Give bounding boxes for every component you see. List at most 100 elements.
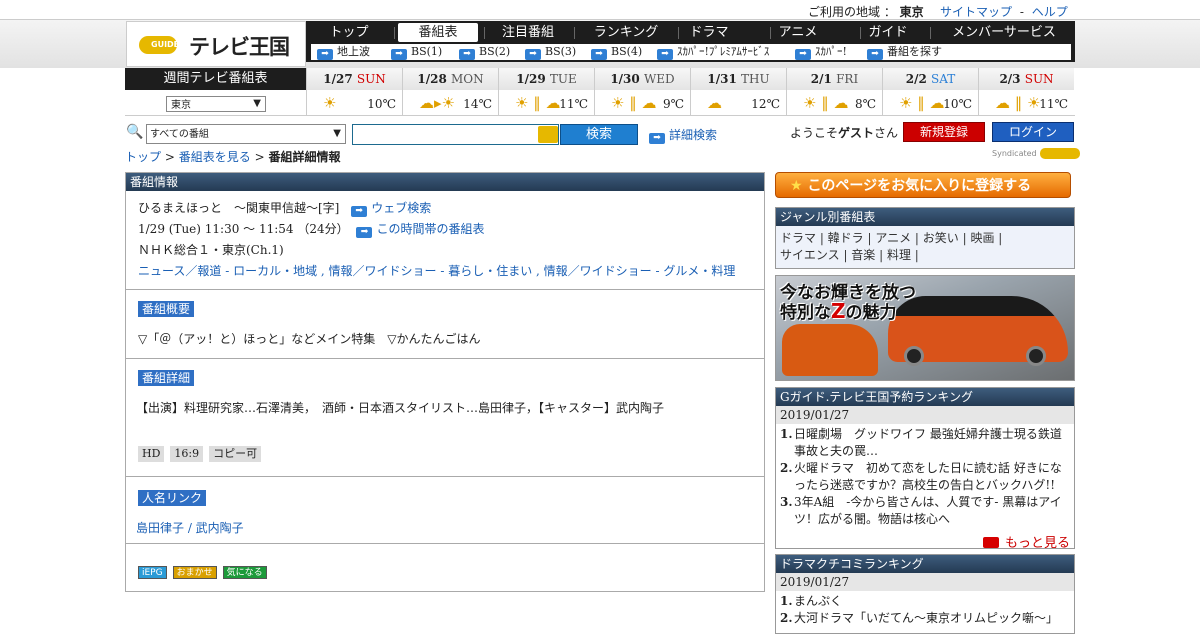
day-cell[interactable]: 1/31 THU ☁ 12℃ bbox=[690, 68, 786, 116]
ranking-header: Gガイド.テレビ王国予約ランキング bbox=[776, 388, 1074, 406]
tab-featured[interactable]: 注目番組 bbox=[488, 23, 568, 42]
day-cell[interactable]: 2/2 SAT ☀ ∥ ☁ 10℃ bbox=[882, 68, 978, 116]
register-button[interactable]: 新規登録 bbox=[903, 122, 985, 142]
tab-top[interactable]: トップ bbox=[306, 23, 392, 42]
search-button[interactable]: 検索 bbox=[560, 124, 638, 145]
sub-bs4[interactable]: ➡ BS(4) bbox=[591, 45, 642, 60]
drama-title: 大河ドラマ「いだてん～東京オリムピック噺～」 bbox=[794, 611, 1059, 625]
tab-member-service[interactable]: メンバーサービス bbox=[934, 23, 1074, 42]
day-header[interactable]: 1/30 WED bbox=[595, 68, 690, 90]
tab-drama[interactable]: ドラマ bbox=[682, 23, 736, 42]
day-header[interactable]: 1/27 SUN bbox=[307, 68, 402, 90]
summary-label: 番組概要 bbox=[138, 301, 195, 317]
list-item[interactable]: 1. 日曜劇場 グッドワイフ 最強妊婦弁護士現る鉄道事故と夫の罠… bbox=[780, 426, 1070, 460]
dropdown-arrow-icon: ▼ bbox=[333, 128, 341, 139]
web-search-link[interactable]: ➡ ウェブ検索 bbox=[351, 201, 431, 217]
list-item[interactable]: 1. まんぷく bbox=[780, 593, 1070, 610]
region-select[interactable]: 東京 ▼ bbox=[166, 96, 266, 112]
detail-label: 番組詳細 bbox=[138, 370, 195, 386]
temperature: 10℃ bbox=[367, 97, 396, 111]
day-header[interactable]: 1/31 THU bbox=[691, 68, 786, 90]
advanced-search-link[interactable]: ➡ 詳細検索 bbox=[649, 126, 717, 144]
omakase-button[interactable]: おまかせ bbox=[172, 566, 217, 579]
car-image bbox=[782, 324, 878, 376]
day-of-week: SUN bbox=[1024, 72, 1054, 86]
sub-terrestrial[interactable]: ➡ 地上波 bbox=[317, 45, 370, 60]
arrow-right-icon: ➡ bbox=[351, 206, 368, 217]
arrow-right-icon bbox=[982, 537, 999, 548]
wheel bbox=[1026, 346, 1046, 366]
people-links[interactable]: 島田律子 / 武内陶子 bbox=[136, 519, 764, 536]
login-button[interactable]: ログイン bbox=[992, 122, 1074, 142]
ranking-list: 1. 日曜劇場 グッドワイフ 最強妊婦弁護士現る鉄道事故と夫の罠… 2. 火曜ドラマ… bbox=[776, 424, 1074, 530]
guide-logo-mark: GUIDE bbox=[139, 36, 179, 54]
dropdown-arrow-icon: ▼ bbox=[253, 98, 261, 109]
breadcrumb-schedule[interactable]: 番組表を見る bbox=[179, 150, 251, 164]
timeslot-link[interactable]: ➡ この時間帯の番組表 bbox=[356, 222, 485, 238]
timeslot-label: この時間帯の番組表 bbox=[376, 222, 485, 236]
program-summary: ▽「＠（アッ！と）ほっと」などメイン特集 ▽かんたんごはん bbox=[138, 332, 481, 346]
tab-separator bbox=[574, 27, 575, 39]
kininaru-button[interactable]: 気になる bbox=[222, 566, 267, 579]
ranking-title: 火曜ドラマ 初めて恋をした日に読む話 好きになったら迷惑ですか？高校生の告白とバ… bbox=[794, 461, 1062, 492]
day-weather: ☀ ∥ ☁ 9℃ bbox=[595, 90, 690, 116]
day-header[interactable]: 2/2 SAT bbox=[883, 68, 978, 90]
day-cell[interactable]: 1/27 SUN ☀ 10℃ bbox=[306, 68, 402, 116]
weather-icon: ☁▸☀ bbox=[419, 94, 455, 112]
day-cell[interactable]: 2/3 SUN ☁ ∥ ☀ 11℃ bbox=[978, 68, 1074, 116]
day-cell[interactable]: 2/1 FRI ☀ ∥ ☁ 8℃ bbox=[786, 68, 882, 116]
day-cell[interactable]: 1/28 MON ☁▸☀ 14℃ bbox=[402, 68, 498, 116]
day-date: 1/29 bbox=[516, 72, 546, 86]
list-item[interactable]: 2. 大河ドラマ「いだてん～東京オリムピック噺～」 bbox=[780, 610, 1070, 627]
tab-separator bbox=[484, 27, 485, 39]
day-header[interactable]: 2/1 FRI bbox=[787, 68, 882, 90]
site-logo[interactable]: GUIDE テレビ王国 bbox=[126, 21, 306, 67]
genre-links-line[interactable]: ドラマ | 韓ドラ | アニメ | お笑い | 映画 | bbox=[780, 230, 1070, 247]
sub-skyperfect-premium[interactable]: ➡ ｽｶﾊﾟｰ!ﾌﾟﾚﾐｱﾑｻｰﾋﾞｽ bbox=[657, 45, 770, 60]
tab-anime[interactable]: アニメ bbox=[770, 23, 826, 42]
search-input[interactable] bbox=[352, 124, 559, 145]
sub-bs3[interactable]: ➡ BS(3) bbox=[525, 45, 577, 60]
day-cell[interactable]: 1/29 TUE ☀ ∥ ☁ 11℃ bbox=[498, 68, 594, 116]
search-category-select[interactable]: すべての番組 ▼ bbox=[146, 124, 346, 144]
genre-schedule-header: ジャンル別番組表 bbox=[776, 208, 1074, 226]
day-header[interactable]: 1/29 TUE bbox=[499, 68, 594, 90]
sub-find-program[interactable]: ➡ 番組を探す bbox=[867, 45, 942, 60]
add-favorite-button[interactable]: ★ このページをお気に入りに登録する bbox=[775, 172, 1071, 198]
sub-skyperfect[interactable]: ➡ ｽｶﾊﾟｰ! bbox=[795, 45, 847, 60]
tab-separator bbox=[394, 27, 395, 39]
ad-banner[interactable]: 今なお輝きを放つ 特別なZの魅力 bbox=[775, 275, 1075, 381]
tab-ranking[interactable]: ランキング bbox=[578, 23, 674, 42]
nav-subbar: ➡ 地上波 ➡ BS(1) ➡ BS(2) ➡ BS(3) ➡ BS(4) ➡ ｽｶﾊﾟｰ!… bbox=[311, 44, 1071, 60]
genre-links-line[interactable]: サイエンス | 音楽 | 料理 | bbox=[780, 247, 1070, 264]
tab-schedule[interactable]: 番組表 bbox=[398, 23, 478, 42]
breadcrumb-sep: > bbox=[164, 150, 175, 164]
breadcrumb-current: 番組詳細情報 bbox=[268, 150, 341, 164]
weekly-schedule-weather: 週間テレビ番組表 東京 ▼ 1/27 SUN ☀ 10℃ 1/28 MON ☁▸☀ 14℃ 1… bbox=[125, 68, 1075, 116]
area-value[interactable]: 東京 bbox=[900, 5, 924, 19]
breadcrumb-top[interactable]: トップ bbox=[125, 150, 161, 164]
sub-label: BS(3) bbox=[545, 45, 577, 58]
sub-bs1[interactable]: ➡ BS(1) bbox=[391, 45, 442, 60]
sub-label: ｽｶﾊﾟｰ!ﾌﾟﾚﾐｱﾑｻｰﾋﾞｽ bbox=[677, 45, 770, 58]
star-icon: ★ bbox=[790, 178, 803, 194]
weekly-schedule-label[interactable]: 週間テレビ番組表 bbox=[125, 68, 306, 90]
drama-ranking-header: ドラマクチコミランキング bbox=[776, 555, 1074, 573]
tab-guide[interactable]: ガイド bbox=[860, 23, 916, 42]
iepg-button[interactable]: iEPG bbox=[138, 566, 167, 579]
day-header[interactable]: 2/3 SUN bbox=[979, 68, 1074, 90]
sub-bs2[interactable]: ➡ BS(2) bbox=[459, 45, 510, 60]
sitemap-link[interactable]: サイトマップ bbox=[940, 5, 1012, 19]
list-item[interactable]: 2. 火曜ドラマ 初めて恋をした日に読む話 好きになったら迷惑ですか？高校生の告白… bbox=[780, 460, 1070, 494]
day-header[interactable]: 1/28 MON bbox=[403, 68, 498, 90]
more-link[interactable]: もっと見る bbox=[776, 530, 1074, 553]
day-date: 1/28 bbox=[417, 72, 447, 86]
arrow-right-icon: ➡ bbox=[867, 49, 883, 60]
program-genres[interactable]: ニュース／報道 - ローカル・地域 , 情報／ワイドショー - 暮らし・住まい … bbox=[138, 262, 764, 282]
help-link[interactable]: ヘルプ bbox=[1032, 5, 1068, 19]
people-label: 人名リンク bbox=[138, 490, 207, 506]
list-item[interactable]: 3. 3年A組 ‐今から皆さんは、人質です‐ 黒幕はアイツ！広がる闇。物語は核心へ bbox=[780, 494, 1070, 528]
ranking-title: 3年A組 ‐今から皆さんは、人質です‐ 黒幕はアイツ！広がる闇。物語は核心へ bbox=[794, 495, 1062, 526]
day-cell[interactable]: 1/30 WED ☀ ∥ ☁ 9℃ bbox=[594, 68, 690, 116]
arrow-right-icon: ➡ bbox=[391, 49, 407, 60]
